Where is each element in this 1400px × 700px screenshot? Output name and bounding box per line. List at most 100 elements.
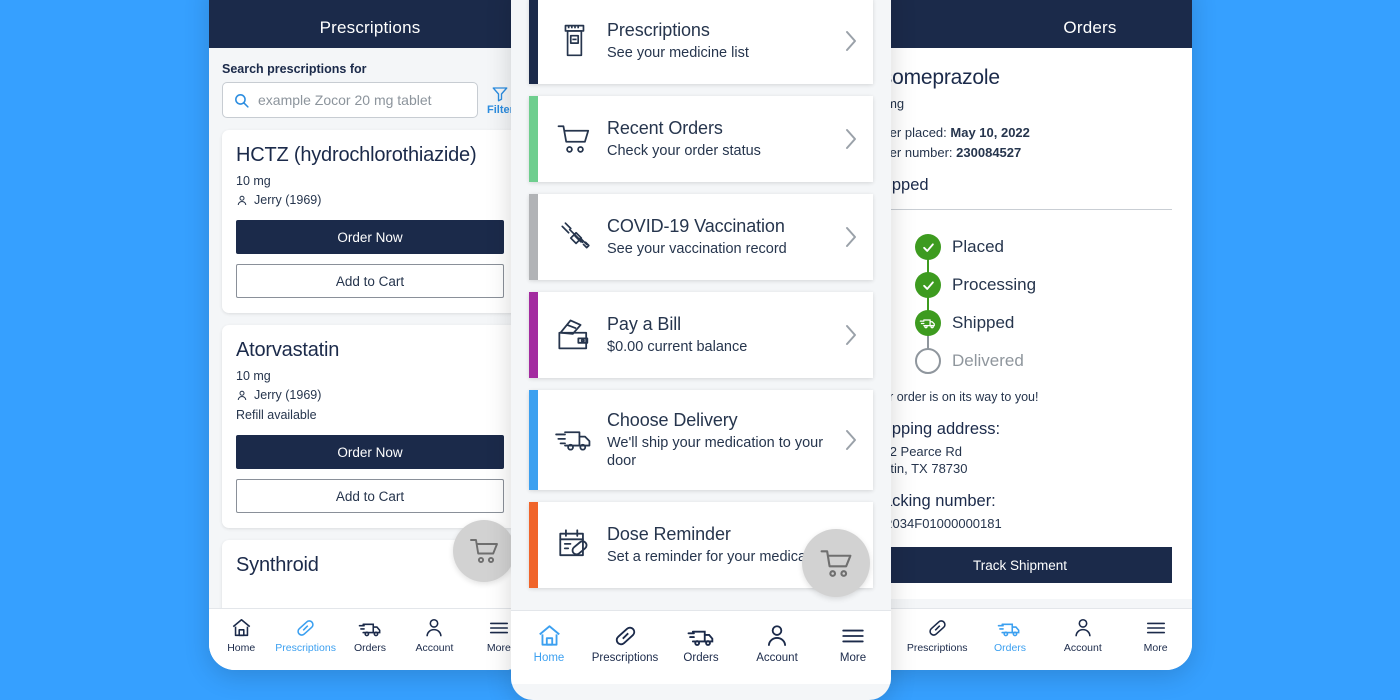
pending-circle-icon bbox=[915, 348, 941, 374]
filter-label: Filter bbox=[487, 103, 514, 116]
nav-orders[interactable]: Orders bbox=[663, 623, 739, 664]
search-row: example Zocor 20 mg tablet Filter bbox=[209, 82, 531, 118]
menu-item-choose-delivery[interactable]: Choose Delivery We'll ship your medicati… bbox=[529, 390, 873, 490]
menu-item-pay-a-bill[interactable]: Pay a Bill $0.00 current balance bbox=[529, 292, 873, 378]
check-icon bbox=[915, 272, 941, 298]
nav-account[interactable]: Account bbox=[402, 617, 466, 654]
nav-label: Account bbox=[1063, 642, 1102, 654]
tracking-number-value: Z1R034F01000000181 bbox=[868, 516, 1002, 531]
chevron-right-icon bbox=[843, 126, 859, 152]
menu-item-subtitle: Check your order status bbox=[607, 142, 761, 159]
menu-item-recent-orders[interactable]: Recent Orders Check your order status bbox=[529, 96, 873, 182]
menu-item-title: Pay a Bill bbox=[607, 313, 682, 334]
menu-item-title: COVID-19 Vaccination bbox=[607, 215, 785, 236]
bottom-navigation: Home Prescriptions Orders Account More bbox=[209, 608, 531, 670]
shipped-truck-icon bbox=[915, 310, 941, 336]
nav-more[interactable]: More bbox=[1119, 617, 1192, 654]
prescription-card[interactable]: Atorvastatin 10 mg Jerry (1969) Refill a… bbox=[222, 325, 518, 528]
accent-bar bbox=[529, 96, 538, 182]
track-shipment-button[interactable]: Track Shipment bbox=[868, 547, 1172, 583]
nav-label: Account bbox=[415, 642, 454, 654]
screenshot-root: Prescriptions Search prescriptions for e… bbox=[0, 0, 1400, 700]
menu-item-text: COVID-19 Vaccination See your vaccinatio… bbox=[601, 216, 843, 258]
menu-item-prescriptions[interactable]: Prescriptions See your medicine list bbox=[529, 0, 873, 84]
nav-orders[interactable]: Orders bbox=[974, 617, 1047, 654]
menu-item-covid-vaccination[interactable]: COVID-19 Vaccination See your vaccinatio… bbox=[529, 194, 873, 280]
menu-item-title: Prescriptions bbox=[607, 19, 710, 40]
tracker-label: Shipped bbox=[952, 313, 1015, 332]
nav-label: Prescriptions bbox=[591, 652, 659, 664]
nav-prescriptions[interactable]: Prescriptions bbox=[901, 617, 974, 654]
search-input[interactable]: example Zocor 20 mg tablet bbox=[222, 82, 478, 118]
prescriptions-screen-body: Search prescriptions for example Zocor 2… bbox=[209, 48, 531, 670]
add-to-cart-button[interactable]: Add to Cart bbox=[236, 264, 504, 298]
accent-bar bbox=[529, 194, 538, 280]
order-tracker: Placed Processing Shipped Delivered bbox=[868, 210, 1172, 386]
order-now-button[interactable]: Order Now bbox=[236, 435, 504, 469]
accent-bar bbox=[529, 0, 538, 84]
order-medication-dose: 20 mg bbox=[868, 96, 905, 111]
prescription-dose: 10 mg bbox=[236, 369, 271, 383]
shipping-address-heading: Shipping address: bbox=[868, 420, 1001, 438]
prescription-dose: 10 mg bbox=[236, 174, 271, 188]
filter-icon bbox=[490, 85, 510, 103]
nav-more[interactable]: More bbox=[815, 623, 891, 664]
order-note: Your order is on its way to you! bbox=[868, 390, 1039, 404]
nav-label: Prescriptions bbox=[275, 642, 336, 654]
order-number-row: Order number: 230084527 bbox=[868, 145, 1172, 160]
nav-account[interactable]: Account bbox=[1046, 617, 1119, 654]
nav-prescriptions[interactable]: Prescriptions bbox=[587, 623, 663, 664]
cart-fab-button[interactable] bbox=[453, 520, 515, 582]
nav-label: More bbox=[486, 642, 511, 654]
prescription-card[interactable]: HCTZ (hydrochlorothiazide) 10 mg Jerry (… bbox=[222, 130, 518, 313]
left-panel-header: Prescriptions bbox=[209, 0, 531, 48]
filter-button[interactable]: Filter bbox=[487, 85, 514, 116]
delivery-truck-icon bbox=[549, 424, 601, 456]
page-title: Prescriptions bbox=[319, 18, 421, 37]
nav-account[interactable]: Account bbox=[739, 623, 815, 664]
nav-label: Prescriptions bbox=[906, 642, 968, 654]
tracker-label: Processing bbox=[952, 275, 1037, 294]
shipping-address-line1: 3802 Pearce Rd bbox=[868, 444, 962, 459]
order-medication-name: Esomeprazole bbox=[868, 66, 1000, 89]
refill-status: Refill available bbox=[236, 408, 317, 422]
nav-orders[interactable]: Orders bbox=[338, 617, 402, 654]
order-now-button[interactable]: Order Now bbox=[236, 220, 504, 254]
nav-label: More bbox=[1143, 642, 1168, 654]
chevron-right-icon bbox=[843, 427, 859, 453]
bottom-navigation: Home Prescriptions Orders Account More bbox=[511, 610, 891, 684]
menu-item-text: Pay a Bill $0.00 current balance bbox=[601, 314, 843, 356]
chevron-right-icon bbox=[843, 28, 859, 54]
prescription-name: HCTZ (hydrochlorothiazide) bbox=[236, 144, 477, 166]
menu-item-title: Recent Orders bbox=[607, 117, 723, 138]
menu-item-text: Choose Delivery We'll ship your medicati… bbox=[601, 410, 843, 470]
pill-bottle-icon bbox=[549, 23, 601, 59]
accent-bar bbox=[529, 390, 538, 490]
menu-item-text: Recent Orders Check your order status bbox=[601, 118, 843, 160]
person-icon bbox=[236, 389, 248, 402]
page-title: Orders bbox=[1063, 18, 1117, 37]
tracker-step: Delivered bbox=[915, 342, 1125, 380]
nav-label: Home bbox=[533, 652, 565, 664]
shipping-address-line2: Austin, TX 78730 bbox=[868, 461, 968, 476]
nav-home[interactable]: Home bbox=[209, 617, 273, 654]
person-icon bbox=[236, 194, 248, 207]
order-placed-value: May 10, 2022 bbox=[950, 125, 1030, 140]
accent-bar bbox=[529, 292, 538, 378]
nav-prescriptions[interactable]: Prescriptions bbox=[273, 617, 337, 654]
prescriptions-phone-panel: Prescriptions Search prescriptions for e… bbox=[209, 0, 531, 670]
add-to-cart-button[interactable]: Add to Cart bbox=[236, 479, 504, 513]
menu-item-subtitle: See your medicine list bbox=[607, 44, 749, 61]
tracker-label: Placed bbox=[952, 237, 1004, 256]
nav-label: Orders bbox=[683, 652, 719, 664]
nav-home[interactable]: Home bbox=[511, 623, 587, 664]
wallet-icon bbox=[549, 318, 601, 352]
tracking-number-heading: Tracking number: bbox=[868, 492, 996, 510]
tracker-step: Placed bbox=[915, 228, 1125, 285]
nav-label: Orders bbox=[993, 642, 1027, 654]
home-menu-list: Prescriptions See your medicine list Rec… bbox=[511, 0, 891, 588]
search-icon bbox=[233, 92, 250, 109]
cart-fab-button[interactable] bbox=[802, 529, 870, 597]
menu-item-subtitle: We'll ship your medication to your door bbox=[607, 434, 824, 469]
tracker-label: Delivered bbox=[952, 351, 1024, 370]
